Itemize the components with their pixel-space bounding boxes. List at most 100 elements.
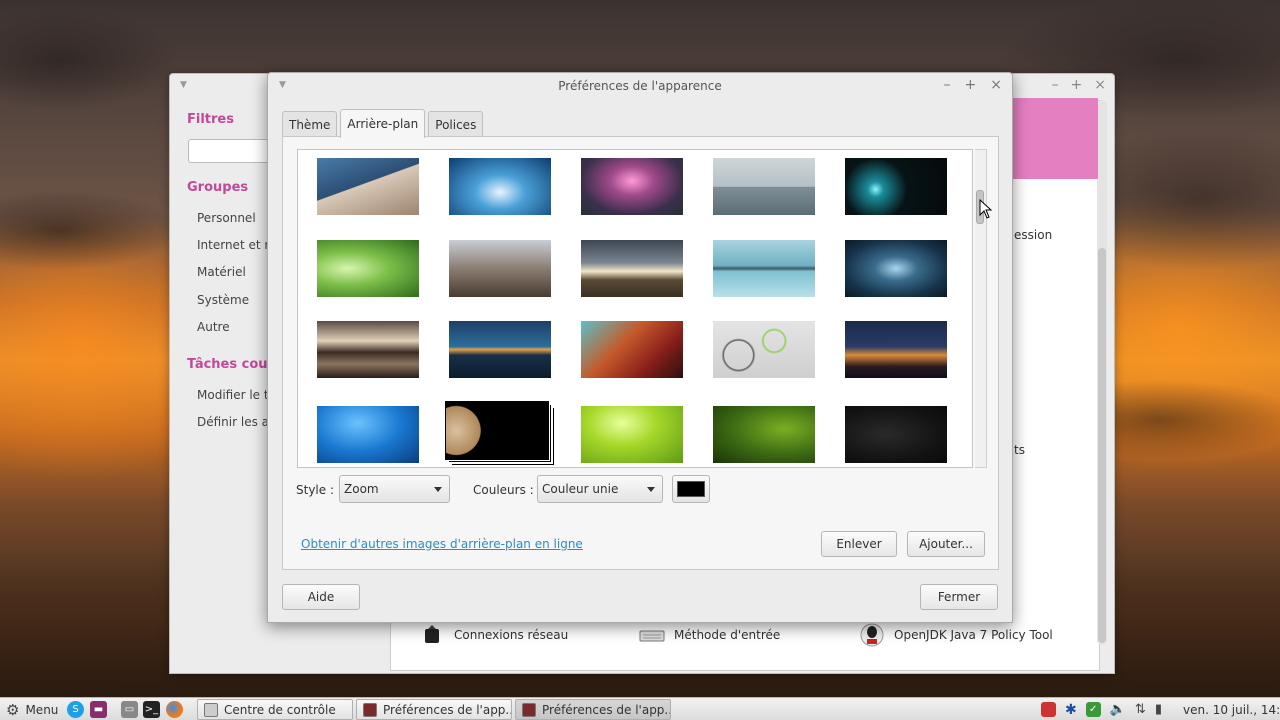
category-banner xyxy=(1012,98,1098,179)
wall-city-street-night[interactable] xyxy=(581,321,683,378)
taskbar-window-label: Préférences de l'app... xyxy=(542,702,671,717)
taskbar-window-appearance-2[interactable]: Préférences de l'app... xyxy=(515,699,671,720)
window-app-icon xyxy=(522,702,536,717)
group-item-hardware[interactable]: Matériel xyxy=(197,265,246,279)
remove-button[interactable]: Enlever xyxy=(821,531,897,557)
menu-label: Menu xyxy=(25,702,59,717)
background-tab-panel: Style : Zoom Couleurs : Couleur unie Obt… xyxy=(282,136,999,570)
window-app-icon xyxy=(363,702,377,717)
filters-heading: Filtres xyxy=(187,112,234,127)
skype-icon: S xyxy=(67,701,84,718)
app-java-policy-tool[interactable]: OpenJDK Java 7 Policy Tool xyxy=(859,622,1053,648)
taskbar: ⚙ Menu S ▬ ▭ >_ Centre de contrôle Préfé… xyxy=(0,697,1280,720)
chevron-down-icon xyxy=(647,487,655,492)
app-label: OpenJDK Java 7 Policy Tool xyxy=(894,628,1053,642)
wall-blue-water-splash[interactable] xyxy=(449,158,551,215)
wall-dark-teal-light[interactable] xyxy=(845,158,947,215)
close-button[interactable]: Fermer xyxy=(920,584,998,610)
wall-linux-mint-dark[interactable] xyxy=(845,406,947,463)
maximize-icon[interactable]: + xyxy=(965,77,977,93)
help-button[interactable]: Aide xyxy=(282,584,360,610)
presentation-icon: ▬ xyxy=(90,701,107,718)
launcher-terminal[interactable]: >_ xyxy=(143,698,160,720)
update-shield-icon[interactable]: ✓ xyxy=(1085,702,1101,717)
wall-jupiter-selected[interactable] xyxy=(445,401,549,460)
group-item-system[interactable]: Système xyxy=(197,293,249,307)
dialog-titlebar[interactable]: ▼ Préférences de l'apparence – + × xyxy=(268,73,1012,101)
wall-lime-curve[interactable] xyxy=(581,406,683,463)
wallpaper-gallery[interactable] xyxy=(297,149,973,468)
firefox-icon xyxy=(166,701,183,718)
minimize-icon[interactable]: – xyxy=(1052,77,1059,93)
task-item-change-theme[interactable]: Modifier le th xyxy=(197,388,276,402)
close-icon[interactable]: × xyxy=(1094,77,1106,93)
style-dropdown[interactable]: Zoom xyxy=(339,475,450,503)
recording-icon[interactable] xyxy=(1041,702,1056,717)
colors-dropdown[interactable]: Couleur unie xyxy=(537,475,663,503)
wall-dark-green[interactable] xyxy=(713,406,815,463)
system-tray: ✱ ✓ 🔈 ⇅ ▮ xyxy=(1041,701,1162,718)
partial-item-label[interactable]: ession xyxy=(1014,228,1052,242)
app-network-connections[interactable]: Connexions réseau xyxy=(419,622,568,648)
menu-gear-icon: ⚙ xyxy=(6,700,20,719)
wall-river-sunset[interactable] xyxy=(317,321,419,378)
dialog-title: Préférences de l'apparence xyxy=(558,79,722,93)
bluetooth-icon[interactable]: ✱ xyxy=(1065,702,1077,718)
partial-item-label[interactable]: ts xyxy=(1014,443,1025,457)
wall-green-floral[interactable] xyxy=(317,240,419,297)
wall-forest-canopy[interactable] xyxy=(845,240,947,297)
volume-icon[interactable]: 🔈 xyxy=(1110,702,1126,717)
wall-sunset-clouds[interactable] xyxy=(581,240,683,297)
java-policy-icon xyxy=(859,622,885,648)
launcher-show-desktop[interactable]: ▭ xyxy=(121,698,138,720)
chevron-down-icon xyxy=(434,487,442,492)
wall-city-reflection[interactable] xyxy=(713,240,815,297)
mouse-pointer-icon xyxy=(979,199,993,219)
tab-background[interactable]: Arrière-plan xyxy=(340,109,426,138)
maximize-icon[interactable]: + xyxy=(1071,77,1083,93)
wall-sea-boat[interactable] xyxy=(713,158,815,215)
group-item-other[interactable]: Autre xyxy=(197,320,230,334)
menu-button[interactable]: ⚙ Menu xyxy=(6,698,58,720)
wall-circles-gray-green[interactable] xyxy=(713,321,815,378)
wall-bridge-city[interactable] xyxy=(449,240,551,297)
battery-icon[interactable]: ▮ xyxy=(1155,702,1162,717)
wall-sky-building[interactable] xyxy=(317,158,419,215)
tab-fonts[interactable]: Polices xyxy=(428,111,484,137)
taskbar-window-control-center[interactable]: Centre de contrôle xyxy=(197,699,353,720)
launcher-firefox[interactable] xyxy=(166,698,183,720)
taskbar-window-label: Préférences de l'app... xyxy=(383,702,512,717)
taskbar-window-label: Centre de contrôle xyxy=(224,702,336,717)
group-item-personal[interactable]: Personnel xyxy=(197,211,256,225)
app-label: Méthode d'entrée xyxy=(674,628,781,642)
wall-aurora-pink[interactable] xyxy=(581,158,683,215)
launcher-presentation[interactable]: ▬ xyxy=(90,698,107,720)
group-item-internet[interactable]: Internet et ré xyxy=(197,238,276,252)
color-swatch xyxy=(677,481,705,497)
clock[interactable]: ven. 10 juil., 14:13 xyxy=(1183,698,1280,720)
minimize-icon[interactable]: – xyxy=(944,77,951,93)
gallery-scrollbar[interactable] xyxy=(975,149,987,468)
tab-bar: Thème Arrière-plan Polices xyxy=(282,109,484,138)
get-more-wallpapers-link[interactable]: Obtenir d'autres images d'arrière-plan e… xyxy=(301,537,583,551)
terminal-icon: >_ xyxy=(143,701,160,718)
network-icon[interactable]: ⇅ xyxy=(1135,702,1146,717)
scrollbar-thumb[interactable] xyxy=(1098,248,1106,643)
style-dropdown-value: Zoom xyxy=(344,482,379,496)
close-icon[interactable]: × xyxy=(990,77,1002,93)
add-button[interactable]: Ajouter... xyxy=(907,531,985,557)
window-menu-icon[interactable]: ▼ xyxy=(180,80,187,90)
wall-bridge-night[interactable] xyxy=(449,321,551,378)
show-desktop-icon: ▭ xyxy=(121,701,138,718)
style-label: Style : xyxy=(296,483,334,497)
control-center-scrollbar[interactable] xyxy=(1097,100,1107,645)
wall-city-skyline-night[interactable] xyxy=(845,321,947,378)
taskbar-window-appearance-1[interactable]: Préférences de l'app... xyxy=(356,699,512,720)
color-picker-button[interactable] xyxy=(672,475,710,503)
app-input-method[interactable]: Méthode d'entrée xyxy=(639,622,780,648)
task-item-default-apps[interactable]: Définir les ap xyxy=(197,415,277,429)
launcher-skype[interactable]: S xyxy=(67,698,84,720)
wall-blue-texture[interactable] xyxy=(317,406,419,463)
tab-theme[interactable]: Thème xyxy=(282,111,338,137)
appearance-preferences-dialog[interactable]: ▼ Préférences de l'apparence – + × Thème… xyxy=(267,72,1013,623)
